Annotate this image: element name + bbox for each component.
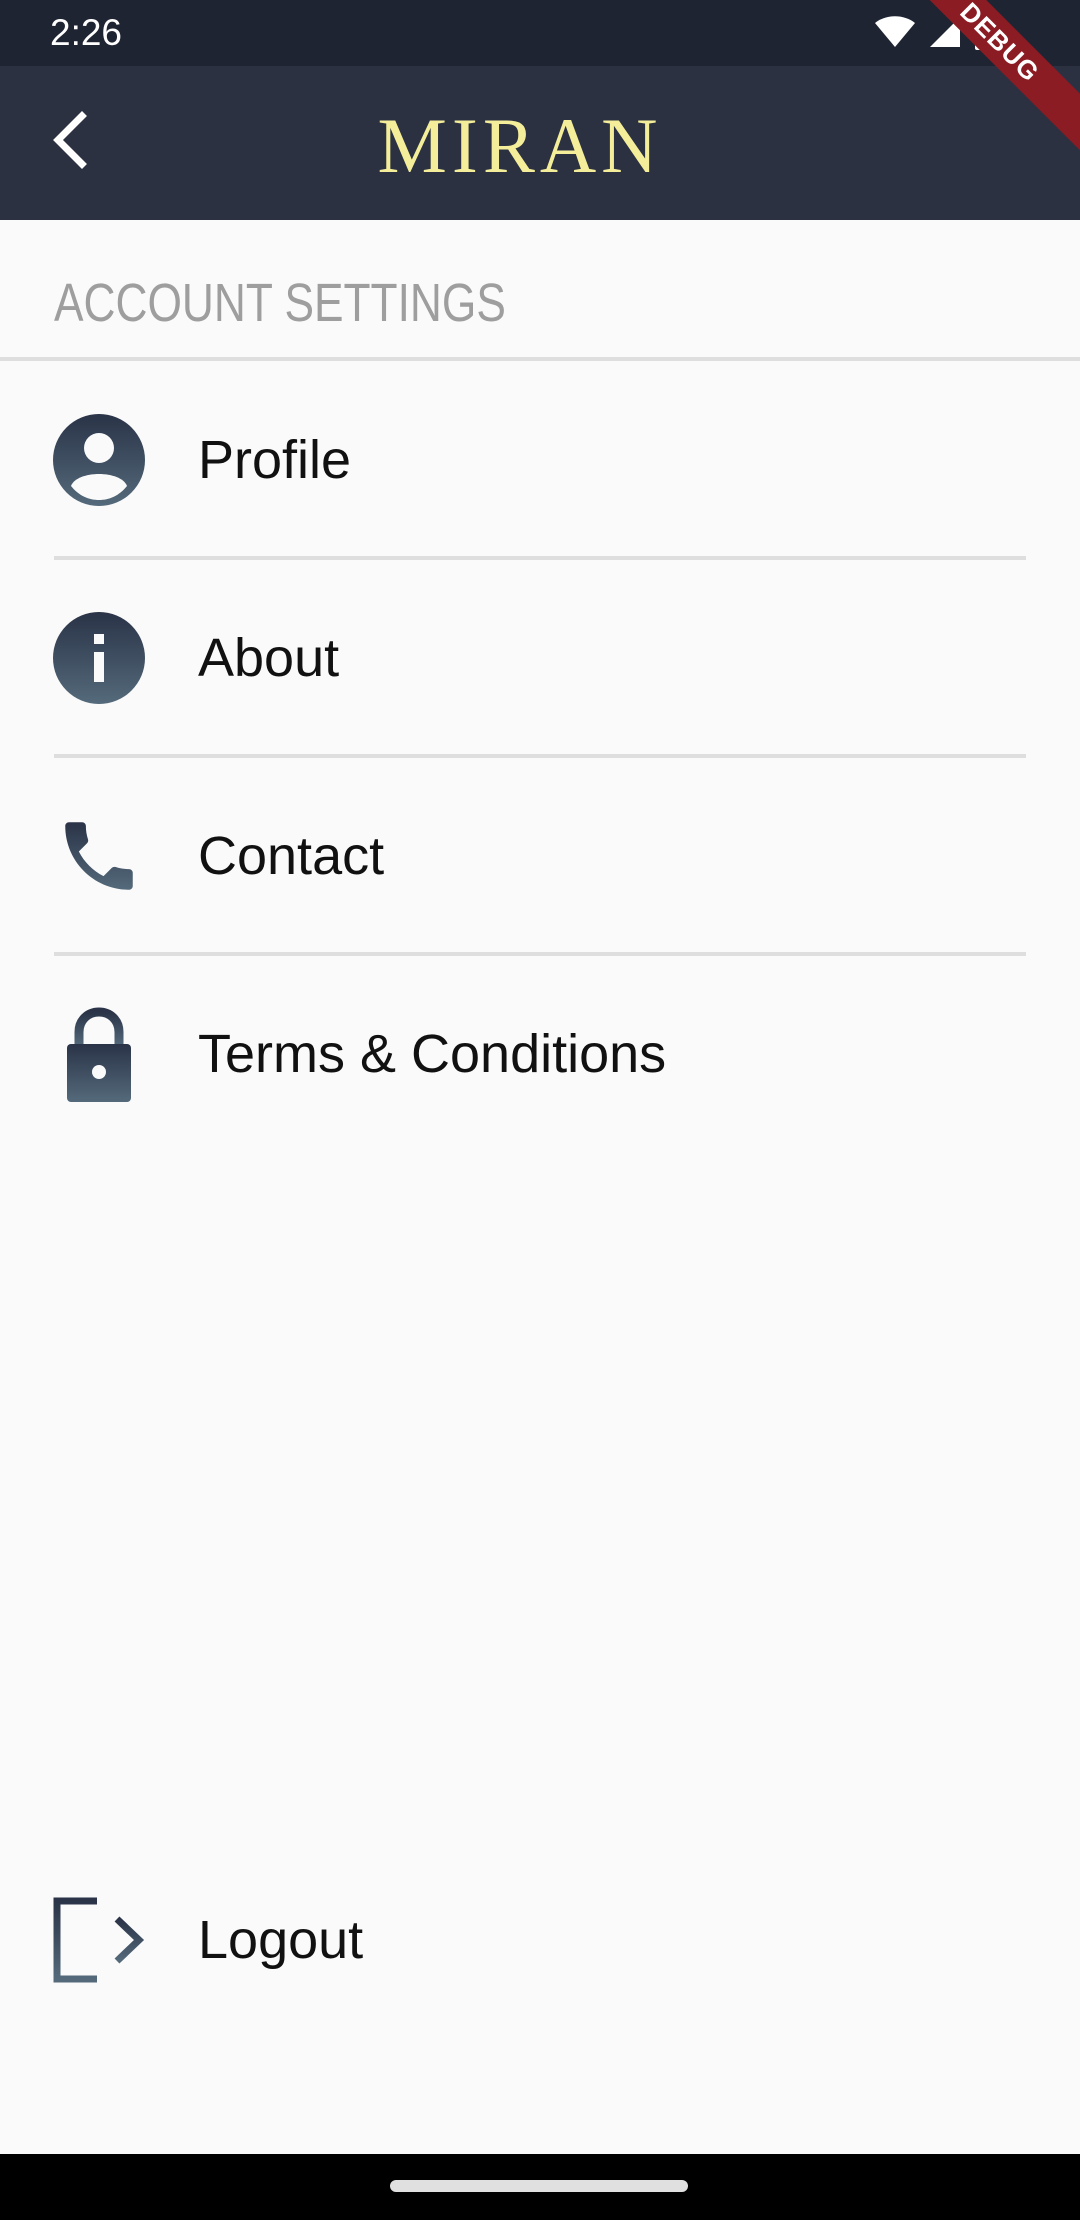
menu-item-label: Terms & Conditions	[198, 1024, 667, 1084]
menu-item-profile[interactable]: Profile	[0, 370, 1080, 550]
account-settings-screen: 2:26 MIRAN DEBUG ACCOUNT SETTINGS Profil…	[0, 0, 1080, 2220]
item-divider	[54, 556, 1026, 560]
account-circle-icon	[52, 413, 146, 507]
menu-item-label: About	[198, 628, 340, 688]
lock-icon	[52, 1007, 146, 1102]
menu-item-label: Profile	[198, 430, 352, 490]
app-title: MIRAN	[377, 102, 663, 189]
section-title: ACCOUNT SETTINGS	[54, 273, 506, 333]
logout-button[interactable]: Logout	[0, 1850, 1080, 2030]
menu-item-terms[interactable]: Terms & Conditions	[0, 964, 1080, 1144]
status-bar: 2:26	[0, 0, 1080, 66]
status-time: 2:26	[50, 12, 123, 53]
section-divider	[0, 357, 1080, 361]
wifi-icon	[874, 15, 916, 53]
item-divider	[54, 754, 1026, 758]
logout-icon	[52, 1893, 146, 1987]
menu-item-contact[interactable]: Contact	[0, 766, 1080, 946]
menu-item-about[interactable]: About	[0, 568, 1080, 748]
item-divider	[54, 952, 1026, 956]
system-nav-bar	[0, 2154, 1080, 2220]
app-bar: MIRAN	[0, 66, 1080, 220]
info-icon	[52, 611, 146, 705]
menu-item-label: Contact	[198, 826, 385, 886]
home-indicator[interactable]	[390, 2180, 688, 2192]
logout-label: Logout	[198, 1910, 364, 1970]
phone-icon	[52, 809, 146, 903]
